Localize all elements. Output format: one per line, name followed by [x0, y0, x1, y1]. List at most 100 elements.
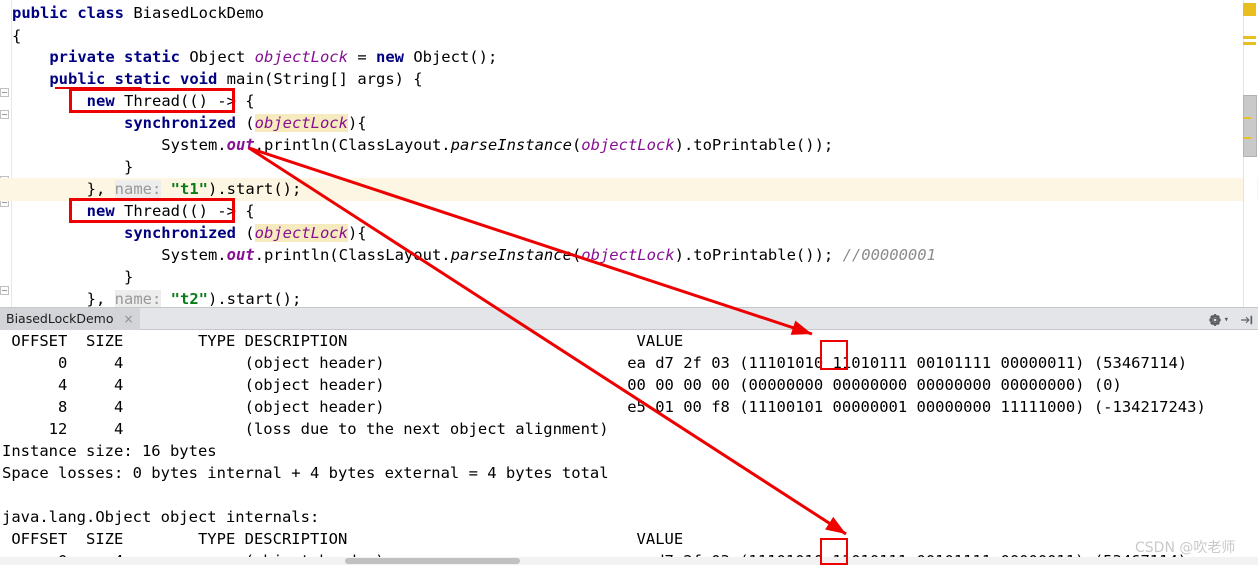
code-token: public: [12, 4, 68, 22]
console-output[interactable]: OFFSET SIZE TYPE DESCRIPTION VALUE 0 4 (…: [0, 330, 1258, 558]
code-token: private: [49, 48, 115, 66]
console-line: OFFSET SIZE TYPE DESCRIPTION VALUE: [2, 332, 684, 350]
code-token: ){: [347, 224, 367, 242]
code-token: Thread(() -> {: [114, 202, 255, 220]
code-token: Thread(() -> {: [114, 92, 255, 110]
code-token: new: [86, 92, 115, 110]
code-token: "t1": [170, 180, 208, 198]
code-token: ).toPrintable());: [674, 246, 843, 264]
console-line: 8 4 (object header) e5 01 00 f8 (1110010…: [2, 398, 1206, 416]
ide-window: public class BiasedLockDemo { private sta…: [0, 0, 1258, 565]
code-token: void: [180, 70, 218, 88]
console-line: 4 4 (object header) 00 00 00 00 (0000000…: [2, 376, 1122, 394]
console-line: 12 4 (loss due to the next object alignm…: [2, 420, 609, 438]
code-token: }: [12, 268, 134, 286]
code-token: name:: [114, 180, 162, 198]
code-token: (: [235, 114, 255, 132]
code-line[interactable]: new Thread(() -> {: [12, 200, 255, 223]
code-token: ).toPrintable());: [674, 136, 834, 154]
console-line: java.lang.Object object internals:: [2, 508, 320, 526]
chevron-down-icon[interactable]: ▾: [1224, 315, 1229, 325]
code-token: main(String[] args) {: [217, 70, 423, 88]
code-token: System.: [12, 246, 227, 264]
console-tabbar: BiasedLockDemo × ▾: [0, 307, 1258, 330]
console-line: 0 4 (object header) ea d7 2f 03 (1110101…: [2, 354, 1188, 372]
code-token: }: [12, 158, 134, 176]
console-hscrollbar-track[interactable]: [0, 557, 1258, 565]
code-token: objectLock: [581, 246, 675, 264]
console-line: OFFSET SIZE TYPE DESCRIPTION VALUE: [2, 530, 684, 548]
code-token: objectLock: [254, 48, 348, 66]
code-token: {: [12, 27, 22, 45]
code-line[interactable]: {: [12, 25, 21, 48]
console-hscrollbar-thumb[interactable]: [345, 558, 520, 564]
code-token: new: [375, 48, 404, 66]
code-token: (: [571, 136, 582, 154]
rail-marker[interactable]: [1243, 36, 1256, 39]
code-line[interactable]: new Thread(() -> {: [12, 90, 255, 113]
code-token: new: [86, 202, 115, 220]
close-icon[interactable]: ×: [123, 308, 133, 330]
code-token: out: [226, 246, 255, 264]
code-token: .println(ClassLayout.: [254, 136, 451, 154]
code-line[interactable]: synchronized (objectLock){: [12, 222, 367, 245]
rail-marker-line: [1243, 117, 1251, 119]
editor-vscrollbar-thumb[interactable]: [1243, 95, 1257, 157]
code-token: "t2": [170, 290, 208, 307]
code-token: ){: [347, 114, 367, 132]
code-token: System.: [12, 136, 227, 154]
code-token: public: [49, 70, 106, 88]
code-line[interactable]: }: [12, 156, 133, 179]
code-token: BiasedLockDemo: [124, 4, 264, 22]
console-tab-label: BiasedLockDemo: [6, 311, 114, 326]
code-token: static: [124, 48, 180, 66]
fold-marker[interactable]: [0, 286, 9, 295]
scroll-to-end-icon[interactable]: [1239, 313, 1254, 327]
code-line[interactable]: System.out.println(ClassLayout.parseInst…: [12, 134, 833, 157]
code-token: synchronized: [123, 224, 236, 242]
console-toolbar[interactable]: ▾: [1208, 310, 1254, 329]
fold-marker[interactable]: [0, 110, 9, 119]
code-line[interactable]: public class BiasedLockDemo: [12, 2, 264, 25]
code-token: parseInstance: [450, 136, 572, 154]
code-token: ).start();: [208, 180, 302, 198]
code-token: parseInstance: [450, 246, 572, 264]
console-tab-biasedlockdemo[interactable]: BiasedLockDemo ×: [0, 308, 140, 330]
rail-marker-line: [1243, 137, 1251, 139]
code-editor[interactable]: public class BiasedLockDemo { private sta…: [0, 0, 1258, 307]
error-underline: [55, 87, 141, 89]
code-token: objectLock: [581, 136, 675, 154]
rail-marker[interactable]: [1243, 3, 1256, 16]
console-line: Instance size: 16 bytes: [2, 442, 217, 460]
code-token: Object();: [403, 48, 498, 66]
code-token: name:: [114, 290, 162, 307]
code-line[interactable]: private static Object objectLock = new O…: [12, 46, 497, 69]
code-line[interactable]: System.out.println(ClassLayout.parseInst…: [12, 244, 936, 267]
code-token: Object: [180, 48, 255, 66]
code-line[interactable]: }, name: "t1").start();: [12, 178, 301, 201]
code-token: out: [226, 136, 255, 154]
run-console-panel[interactable]: BiasedLockDemo × ▾ OFFSET SIZE TYPE DESC…: [0, 307, 1258, 565]
code-token: class: [77, 4, 125, 22]
gear-icon[interactable]: [1208, 313, 1222, 327]
fold-marker[interactable]: [0, 88, 9, 97]
code-token: objectLock: [254, 114, 348, 132]
code-line[interactable]: }: [12, 266, 133, 289]
rail-marker[interactable]: [1243, 42, 1256, 45]
code-token: =: [347, 48, 376, 66]
code-token: .println(ClassLayout.: [254, 246, 451, 264]
code-line[interactable]: synchronized (objectLock){: [12, 112, 367, 135]
code-token: //00000001: [842, 246, 936, 264]
code-line[interactable]: }, name: "t2").start();: [12, 288, 301, 307]
code-token: synchronized: [123, 114, 236, 132]
code-token: objectLock: [254, 224, 348, 242]
